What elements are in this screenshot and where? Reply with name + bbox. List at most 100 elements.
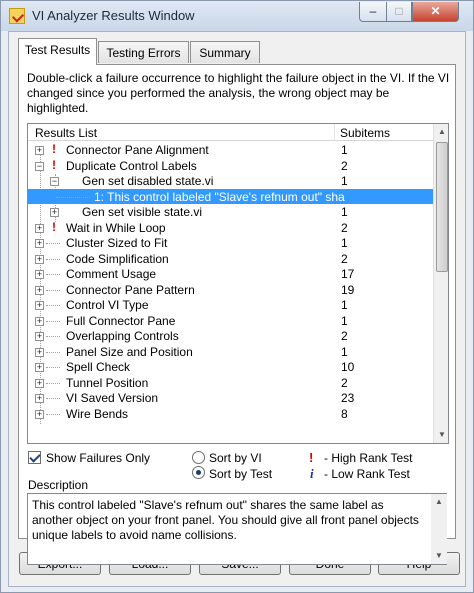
collapse-icon[interactable]: − [50, 177, 59, 186]
tree-line [46, 351, 60, 353]
result-row[interactable]: + Panel Size and Position 1 [28, 344, 433, 360]
tab-testing-errors[interactable]: Testing Errors [98, 41, 189, 63]
expand-icon[interactable]: + [35, 363, 44, 372]
low-rank-legend-label: - Low Rank Test [324, 467, 410, 481]
results-rows: + ! Connector Pane Alignment 1 − ! Dupli… [28, 142, 433, 424]
show-failures-only-checkbox[interactable] [28, 451, 41, 464]
tab-test-results[interactable]: Test Results [18, 38, 97, 65]
result-label: Connector Pane Pattern [66, 282, 195, 297]
result-label: Tunnel Position [66, 375, 149, 390]
result-subitems: 8 [341, 406, 348, 421]
expand-icon[interactable]: + [35, 301, 44, 310]
show-failures-only-label[interactable]: Show Failures Only [46, 451, 150, 465]
tree-line [46, 367, 60, 368]
instructions-text: Double-click a failure occurrence to hig… [27, 71, 450, 115]
high-rank-icon: ! [309, 450, 314, 465]
result-subitems: 1 [341, 344, 348, 359]
result-subitems: 2 [341, 220, 348, 235]
expand-icon[interactable]: + [35, 239, 44, 248]
expand-icon[interactable]: + [35, 316, 44, 326]
column-header-results-list[interactable]: Results List [28, 124, 335, 141]
close-button[interactable]: ✕ [412, 2, 459, 22]
vi-analyzer-results-window: VI Analyzer Results Window – □ ✕ Test Re… [0, 0, 474, 593]
result-label: Spell Check [66, 360, 131, 374]
result-row[interactable]: + Cluster Sized to Fit 1 [28, 235, 433, 251]
tree-line [46, 289, 60, 291]
result-row[interactable]: + Wire Bends 8 [28, 406, 433, 422]
sort-by-vi-label[interactable]: Sort by VI [209, 451, 262, 465]
title-bar[interactable]: VI Analyzer Results Window – □ ✕ [1, 1, 473, 31]
expand-icon[interactable]: + [35, 270, 44, 279]
description-scrollbar[interactable]: ▲ ▼ [431, 494, 447, 564]
scroll-down-arrow-icon[interactable]: ▼ [434, 427, 448, 443]
result-subitems: 2 [341, 251, 348, 266]
result-subitems: 1 [341, 313, 348, 328]
expand-icon[interactable]: + [50, 208, 59, 217]
result-subitems: 17 [341, 267, 355, 281]
result-row[interactable]: + Connector Pane Pattern 19 [28, 282, 433, 298]
result-label: Gen set visible state.vi [82, 205, 203, 219]
sort-by-test-radio[interactable] [192, 466, 205, 479]
sort-by-test-label[interactable]: Sort by Test [209, 467, 272, 481]
result-row-selected[interactable]: 1: This control labeled "Slave's refnum … [28, 188, 433, 204]
result-row[interactable]: + ! Wait in While Loop 2 [28, 220, 433, 236]
tree-line [56, 196, 90, 198]
tree-line [46, 382, 60, 384]
result-label: Overlapping Controls [66, 329, 179, 343]
result-label: Duplicate Control Labels [66, 158, 197, 173]
result-row[interactable]: + Comment Usage 17 [28, 266, 433, 282]
result-row[interactable]: + Full Connector Pane 1 [28, 313, 433, 329]
scroll-thumb[interactable] [436, 142, 448, 272]
result-label: Code Simplification [66, 251, 169, 266]
result-row[interactable]: + Code Simplification 2 [28, 251, 433, 267]
result-subitems: 1 [341, 143, 348, 157]
scroll-down-arrow-icon[interactable]: ▼ [431, 548, 447, 564]
expand-icon[interactable]: + [35, 378, 44, 388]
result-subitems: 1 [341, 205, 348, 219]
column-header-subitems[interactable]: Subitems [340, 126, 390, 140]
description-box[interactable]: This control labeled "Slave's refnum out… [27, 493, 447, 565]
result-row[interactable]: + Overlapping Controls 2 [28, 328, 433, 344]
maximize-button[interactable]: □ [386, 2, 412, 22]
collapse-icon[interactable]: − [35, 161, 44, 171]
results-scrollbar[interactable]: ▲ ▼ [433, 124, 448, 443]
result-row[interactable]: + VI Saved Version 23 [28, 390, 433, 406]
expand-icon[interactable]: + [35, 332, 44, 341]
scroll-up-arrow-icon[interactable]: ▲ [431, 494, 447, 510]
expand-icon[interactable]: + [35, 254, 44, 264]
tab-summary[interactable]: Summary [190, 41, 260, 63]
tree-line [46, 413, 60, 415]
sort-by-vi-radio[interactable] [192, 451, 205, 464]
tree-line [46, 274, 60, 275]
scroll-up-arrow-icon[interactable]: ▲ [434, 124, 448, 140]
result-subitems: 2 [341, 329, 348, 343]
minimize-button[interactable]: – [359, 2, 386, 22]
result-subitems: 23 [341, 391, 355, 405]
result-row[interactable]: + Spell Check 10 [28, 359, 433, 375]
window-title: VI Analyzer Results Window [32, 8, 195, 23]
result-label: Gen set disabled state.vi [82, 174, 214, 188]
result-row[interactable]: − ! Duplicate Control Labels 2 [28, 158, 433, 174]
expand-icon[interactable]: + [35, 347, 44, 357]
result-label: 1: This control labeled "Slave's refnum … [94, 189, 345, 204]
high-rank-icon: ! [52, 142, 56, 156]
expand-icon[interactable]: + [35, 394, 44, 403]
test-results-panel: Double-click a failure occurrence to hig… [18, 64, 456, 565]
app-icon [9, 8, 25, 24]
result-label: Control VI Type [66, 298, 149, 312]
result-row[interactable]: − Gen set disabled state.vi 1 [28, 173, 433, 189]
result-row[interactable]: + ! Connector Pane Alignment 1 [28, 142, 433, 158]
tree-line [46, 243, 60, 244]
results-list[interactable]: Results List Subitems + ! Connector Pane… [27, 123, 449, 444]
expand-icon[interactable]: + [35, 223, 44, 233]
result-subitems: 1 [341, 174, 348, 188]
tree-line [46, 258, 60, 260]
expand-icon[interactable]: + [35, 146, 44, 155]
result-label: Wire Bends [66, 406, 129, 421]
result-row[interactable]: + Tunnel Position 2 [28, 375, 433, 391]
result-label: Cluster Sized to Fit [66, 236, 168, 250]
expand-icon[interactable]: + [35, 409, 44, 419]
result-row[interactable]: + Gen set visible state.vi 1 [28, 204, 433, 220]
expand-icon[interactable]: + [35, 285, 44, 295]
result-row[interactable]: + Control VI Type 1 [28, 297, 433, 313]
